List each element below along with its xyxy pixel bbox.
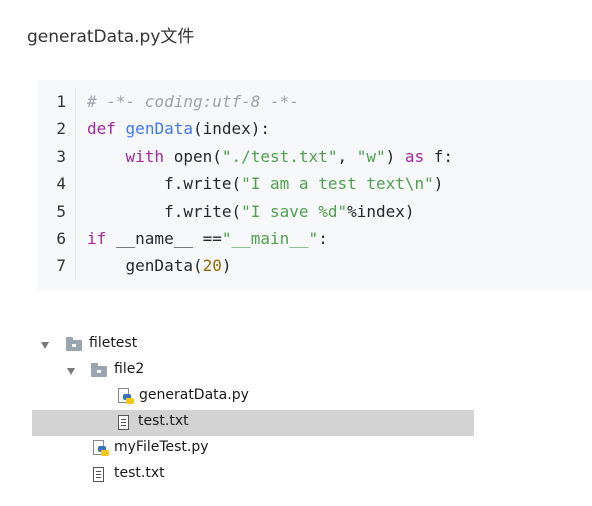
code-block: 1 2 3 4 5 6 7 # -*- coding:utf-8 -*- def genDat… [38, 80, 592, 290]
code-line: genData(20) [87, 252, 453, 279]
code-token: "I am a test text\n" [241, 174, 434, 194]
code-token: (index): [192, 119, 271, 139]
tree-item-test-txt[interactable]: test.txt [0, 462, 474, 488]
code-token: def [87, 119, 116, 139]
page-heading: generatData.py文件 [27, 27, 195, 47]
tree-item-label: test.txt [114, 465, 165, 481]
tree-item-filetest[interactable]: filetest [0, 332, 474, 358]
code-token: 20 [202, 256, 222, 276]
line-number: 7 [56, 256, 66, 276]
code-token: with [125, 146, 165, 166]
code-token: ) [433, 174, 444, 194]
code-token: : [318, 228, 328, 248]
collapse-arrow-icon[interactable] [41, 342, 49, 349]
text-file-icon [93, 467, 104, 482]
line-number: 5 [56, 201, 66, 221]
code-content: # -*- coding:utf-8 -*- def genData(index)… [87, 88, 453, 280]
line-number: 4 [56, 174, 66, 194]
folder-icon [91, 363, 107, 377]
tree-item-generatdata-py[interactable]: generatData.py [0, 384, 474, 410]
tree-item-label: generatData.py [139, 387, 249, 403]
code-line: # -*- coding:utf-8 -*- [87, 88, 453, 115]
line-number: 1 [56, 92, 66, 111]
tree-item-label: filetest [89, 335, 138, 351]
collapse-arrow-icon[interactable] [67, 368, 75, 375]
code-token: "./test.txt" [221, 146, 338, 166]
code-token: "__main__" [221, 228, 319, 248]
tree-item-label: myFileTest.py [114, 439, 209, 455]
code-token: "I save %d" [241, 201, 348, 221]
code-token: genData [125, 119, 193, 139]
code-token: __name__ == [106, 228, 222, 248]
code-line: def genData(index): [87, 115, 453, 142]
tree-item-test-txt-selected[interactable]: test.txt [32, 410, 474, 436]
tree-item-label: file2 [114, 361, 145, 377]
code-token: f.write( [87, 174, 242, 194]
code-token: , [337, 146, 357, 166]
code-token: if [87, 228, 107, 248]
code-token: ) [385, 146, 405, 166]
code-token: ) [221, 256, 232, 276]
line-number: 3 [56, 146, 66, 166]
text-file-icon [118, 415, 129, 430]
code-token: genData( [87, 256, 203, 276]
line-number-gutter: 1 2 3 4 5 6 7 [38, 88, 76, 280]
python-file-icon [93, 440, 109, 457]
code-line: if __name__ =="__main__": [87, 225, 453, 252]
line-number: 2 [56, 119, 66, 139]
code-token: # -*- coding:utf-8 -*- [87, 92, 299, 111]
tree-item-file2[interactable]: file2 [0, 358, 474, 384]
tree-item-label: test.txt [138, 413, 189, 429]
code-line: f.write("I save %d"%index) [87, 198, 453, 225]
code-token: as [404, 146, 425, 166]
folder-icon [66, 337, 82, 351]
python-file-icon [118, 388, 134, 405]
tree-item-myfiletest-py[interactable]: myFileTest.py [0, 436, 474, 462]
code-token: f.write( [87, 201, 242, 221]
code-line: with open("./test.txt", "w") as f: [87, 143, 454, 170]
code-token: open( [164, 146, 222, 166]
code-line: f.write("I am a test text\n") [87, 170, 453, 197]
line-number: 6 [56, 228, 66, 248]
code-token: "w" [356, 146, 386, 166]
code-token: f: [424, 146, 454, 166]
code-token: %index) [347, 201, 415, 221]
